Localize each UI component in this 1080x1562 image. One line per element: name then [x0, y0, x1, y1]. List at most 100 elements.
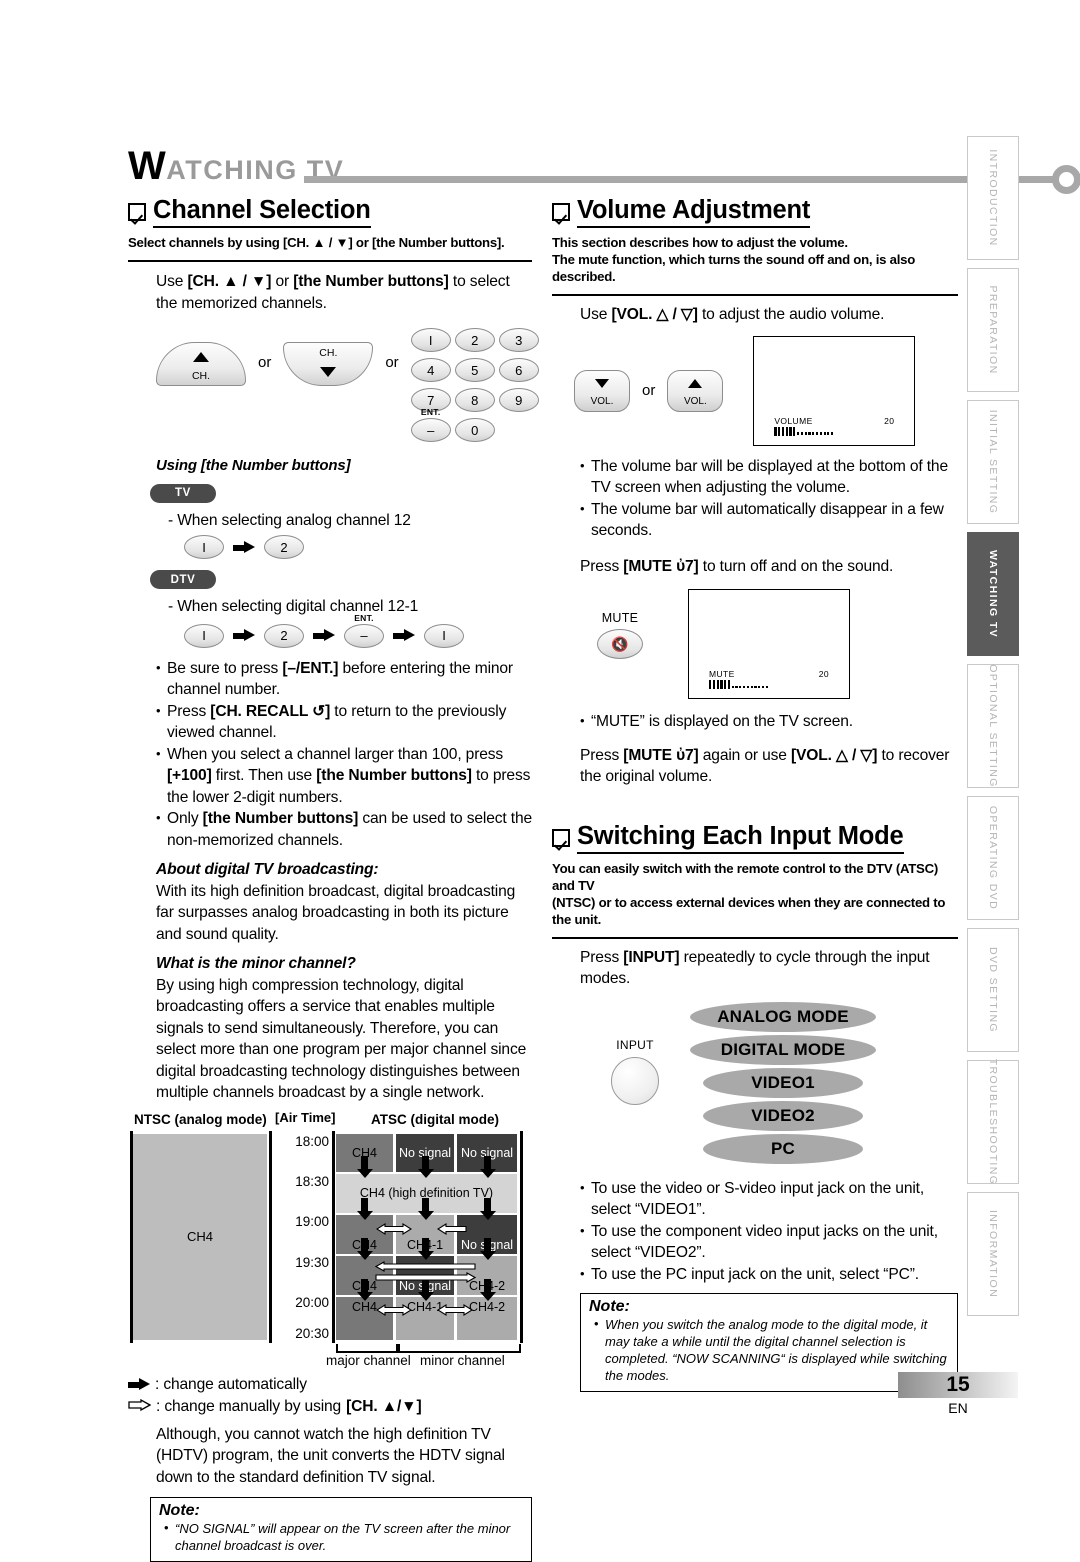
tab-watching-tv[interactable]: WATCHING TV [967, 532, 1019, 656]
bracket-minor-label: minor channel [420, 1352, 505, 1368]
osd-volume: VOLUME 20 [774, 416, 894, 436]
arrow-down-icon [418, 1197, 434, 1220]
time-label: 19:00 [295, 1213, 329, 1229]
mute-key: [MUTE ὐ7] [623, 557, 699, 575]
seq-key: I [184, 535, 224, 559]
checkbox-icon [552, 828, 570, 847]
tab-operating-dvd[interactable]: OPERATING DVD [967, 796, 1019, 920]
arrow-right-icon [233, 629, 255, 642]
num-key[interactable]: 8 [454, 388, 495, 412]
arrow-right-icon [233, 540, 255, 554]
num-key[interactable]: 3 [498, 328, 539, 352]
tab-label: OPTIONAL SETTING [987, 664, 999, 788]
intro-c: or [271, 273, 294, 290]
input-mode-heading: Switching Each Input Mode [552, 822, 958, 854]
tab-troubleshooting[interactable]: TROUBLESHOOTING [967, 1058, 1019, 1186]
header-rule [304, 176, 1066, 183]
intro-key-ch: [CH. ▲ / ▼] [187, 273, 272, 290]
key: [+100] [167, 767, 212, 784]
list-item: Only [the Number buttons] can be used to… [156, 807, 532, 851]
osd-volume-bar [774, 426, 894, 436]
arrow-down-icon [480, 1197, 496, 1220]
arrow-manual-icon [375, 1260, 476, 1272]
number-buttons-pad: I 2 3 4 5 6 7 8 9 ENT. – 0 [410, 328, 539, 442]
tab-label: OPERATING DVD [987, 805, 999, 911]
or-label-2: or [385, 354, 399, 371]
num-key[interactable]: 0 [454, 418, 495, 442]
tab-preparation[interactable]: PREPARATION [967, 268, 1019, 392]
arrow-manual-icon [437, 1303, 473, 1316]
header-ring-icon [1052, 165, 1080, 194]
mute-press-text: Press [MUTE ὐ7] to turn off and on the s… [580, 556, 958, 578]
legend-auto: : change automatically [128, 1374, 532, 1396]
tab-dvd-setting[interactable]: DVD SETTING [967, 928, 1019, 1052]
volume-title: Volume Adjustment [577, 196, 810, 228]
ent-label: ENT. [354, 612, 374, 623]
seq-key-ent: ENT. – [344, 613, 384, 648]
num-key[interactable]: 5 [454, 358, 495, 382]
about-digital-block: About digital TV broadcasting: With its … [156, 859, 532, 945]
divider [552, 936, 958, 939]
page-title-cap: W [128, 144, 167, 188]
note-box-channel: Note: “NO SIGNAL” will appear on the TV … [150, 1497, 532, 1562]
legend-auto-label: : change automatically [155, 1375, 307, 1393]
key: [the Number buttons] [316, 767, 472, 784]
mode-pill-digital: DIGITAL MODE [690, 1034, 876, 1065]
manual-page: WATCHING TV Channel Selection Select cha… [0, 0, 1080, 1562]
num-key[interactable]: 9 [498, 388, 539, 412]
osd-mute-bar [709, 680, 829, 689]
rule [332, 1130, 335, 1343]
legend-manual-key: [CH. ▲/▼] [346, 1398, 422, 1415]
tab-label: PREPARATION [987, 285, 999, 375]
bracket-major [336, 1343, 398, 1353]
input-mode-subtitle-2: (NTSC) or to access external devices whe… [552, 894, 946, 927]
tab-optional-setting[interactable]: OPTIONAL SETTING [967, 664, 1019, 788]
arrow-down-icon [418, 1237, 434, 1260]
volume-subtitle-2: The mute function, which turns the sound… [552, 252, 916, 284]
key: [CH. RECALL ↺] [210, 702, 331, 720]
vol-down-button[interactable]: VOL. [574, 369, 630, 412]
num-key[interactable]: 4 [410, 358, 451, 382]
num-key-ent[interactable]: ENT. – [410, 407, 451, 442]
tab-label: INFORMATION [987, 1209, 999, 1299]
osd-mute-row: MUTE 20 [709, 669, 829, 679]
tab-introduction[interactable]: INTRODUCTION [967, 136, 1019, 260]
ch-up-button[interactable]: CH. [156, 342, 246, 386]
num-key[interactable]: 2 [454, 328, 495, 352]
legend-manual: : change manually by using [CH. ▲/▼] [128, 1396, 532, 1418]
tab-initial-setting[interactable]: INITIAL SETTING [967, 400, 1019, 524]
mode-pill-pc: PC [703, 1133, 863, 1164]
ent-label: ENT. [420, 407, 441, 417]
arrow-manual-icon [376, 1303, 412, 1316]
mute-recover-text: Press [MUTE ὐ7] again or use [VOL. △ / ▽… [580, 745, 958, 788]
vol-up-button[interactable]: VOL. [667, 369, 724, 412]
arrow-down-icon [480, 1237, 496, 1260]
channel-selection-heading: Channel Selection [128, 196, 532, 228]
ch-down-button[interactable]: CH. [283, 342, 374, 386]
ntsc-header: NTSC (analog mode) [134, 1111, 267, 1127]
seq-key: I [184, 623, 224, 648]
section-tabs: INTRODUCTION PREPARATION INITIAL SETTING… [967, 136, 1019, 1324]
tab-information[interactable]: INFORMATION [967, 1192, 1019, 1316]
num-key[interactable]: I [410, 328, 451, 352]
tab-label: TROUBLESHOOTING [987, 1058, 999, 1186]
intro-key-num: [the Number buttons] [293, 273, 449, 290]
channel-bullets: Be sure to press [–/ENT.] before enterin… [128, 657, 532, 852]
input-press-text: Press [INPUT] repeatedly to cycle throug… [580, 947, 958, 990]
num-key[interactable]: 6 [498, 358, 539, 382]
mode-pill-video1: VIDEO1 [703, 1067, 863, 1098]
mute-bullet: “MUTE” is displayed on the TV screen. [580, 710, 958, 733]
input-key: [INPUT] [623, 948, 680, 966]
txt: Press [580, 746, 624, 764]
minus-label: – [427, 422, 435, 438]
txt: first. Then use [211, 767, 317, 784]
mute-key: [MUTE ὐ7] [623, 746, 699, 764]
triangle-up-icon [688, 378, 703, 388]
osd-mute-label: MUTE [709, 669, 735, 679]
input-button[interactable] [611, 1056, 659, 1105]
triangle-up-icon [193, 352, 209, 362]
minor-channel-body: By using high compression technology, di… [156, 976, 527, 1102]
txt: Only [167, 810, 203, 827]
txt: to adjust the audio volume. [697, 306, 885, 323]
mute-button[interactable]: 🔇 [597, 629, 643, 659]
